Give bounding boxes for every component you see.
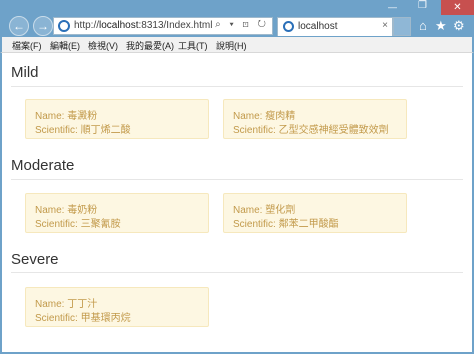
address-url[interactable]: http://localhost:8313/Index.html (74, 20, 212, 31)
card-name: Name: 毒澱粉 (35, 111, 98, 122)
menu-tools[interactable]: 工具(T) (178, 39, 208, 52)
menu-bar: 檔案(F) 編輯(E) 檢視(V) 我的最愛(A) 工具(T) 說明(H) (0, 37, 474, 53)
window-frame-left (0, 53, 2, 354)
forward-button[interactable]: → (33, 16, 53, 36)
home-icon[interactable]: ⌂ (419, 18, 427, 33)
menu-favorites[interactable]: 我的最愛(A) (126, 39, 174, 52)
section-divider (11, 272, 463, 273)
close-window-button[interactable]: ✕ (441, 0, 474, 15)
ie-page-icon (58, 20, 70, 32)
card-mild-1: Name: 毒澱粉 Scientific: 順丁烯二酸 (25, 99, 209, 139)
page-content: Mild Name: 毒澱粉 Scientific: 順丁烯二酸 Name: 瘦… (2, 53, 472, 352)
back-button[interactable]: ← (9, 16, 29, 36)
menu-edit[interactable]: 編輯(E) (50, 39, 80, 52)
section-title-severe: Severe (11, 251, 59, 268)
card-moderate-1: Name: 毒奶粉 Scientific: 三聚氰胺 (25, 193, 209, 233)
section-divider (11, 86, 463, 87)
card-name: Name: 毒奶粉 (35, 205, 98, 216)
maximize-icon[interactable]: ❐ (418, 0, 427, 11)
card-name: Name: 丁丁汁 (35, 299, 98, 310)
tab-localhost[interactable]: localhost × (277, 17, 393, 36)
card-scientific: Scientific: 鄰苯二甲酸酯 (233, 219, 339, 230)
section-divider (11, 179, 463, 180)
card-severe-1: Name: 丁丁汁 Scientific: 甲基環丙烷 (25, 287, 209, 327)
card-scientific: Scientific: 順丁烯二酸 (35, 125, 131, 136)
settings-gear-icon[interactable]: ⚙ (453, 18, 465, 34)
tab-label: localhost (298, 21, 338, 32)
ie-tab-icon (283, 21, 294, 32)
arrow-right-icon: → (37, 19, 49, 33)
card-name: Name: 瘦肉精 (233, 111, 296, 122)
minimize-icon[interactable]: — (388, 2, 397, 12)
address-actions-icon[interactable]: ⌕ ▾ ⊡ ↻ (215, 19, 269, 30)
section-title-moderate: Moderate (11, 157, 75, 174)
close-tab-icon[interactable]: × (382, 20, 388, 31)
card-scientific: Scientific: 三聚氰胺 (35, 219, 121, 230)
favorites-icon[interactable]: ★ (435, 18, 447, 34)
new-tab-button[interactable] (393, 17, 411, 36)
card-scientific: Scientific: 甲基環丙烷 (35, 313, 131, 324)
section-title-mild: Mild (11, 64, 39, 81)
menu-view[interactable]: 檢視(V) (88, 39, 118, 52)
card-name: Name: 塑化劑 (233, 205, 296, 216)
menu-file[interactable]: 檔案(F) (12, 39, 42, 52)
card-scientific: Scientific: 乙型交感神經受體致效劑 (233, 125, 389, 136)
address-bar[interactable]: http://localhost:8313/Index.html ⌕ ▾ ⊡ ↻ (53, 17, 273, 35)
card-moderate-2: Name: 塑化劑 Scientific: 鄰苯二甲酸酯 (223, 193, 407, 233)
arrow-left-icon: ← (13, 19, 25, 33)
menu-help[interactable]: 說明(H) (216, 39, 247, 52)
card-mild-2: Name: 瘦肉精 Scientific: 乙型交感神經受體致效劑 (223, 99, 407, 139)
